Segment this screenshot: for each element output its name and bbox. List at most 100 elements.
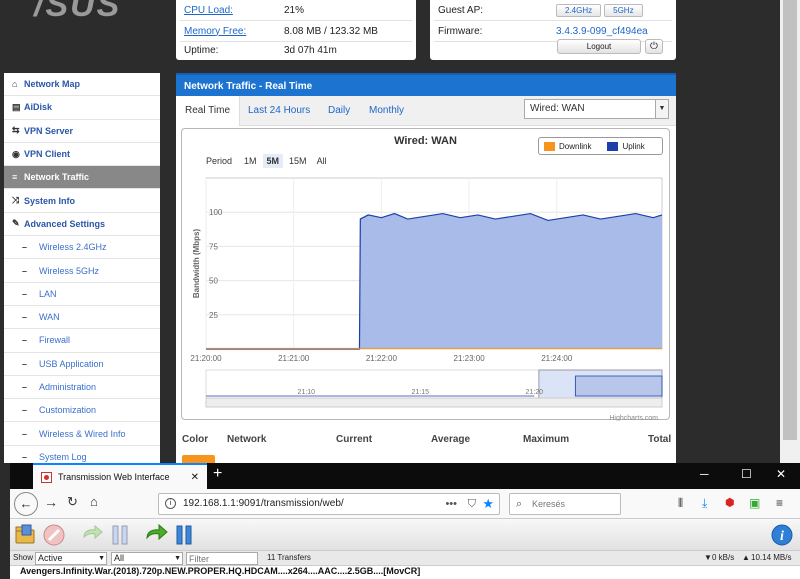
chevron-down-icon: ▼: [655, 100, 668, 118]
legend-downlink[interactable]: Downlink: [559, 142, 591, 151]
bookmark-star-icon[interactable]: ★: [482, 494, 494, 514]
x-tick-label: 21:22:00: [366, 354, 398, 363]
sidebar-item-vpn-client[interactable]: ◉ VPN Client: [4, 143, 160, 167]
sidebar-item-lan[interactable]: – LAN: [4, 283, 160, 306]
open-torrent-icon[interactable]: [14, 523, 38, 547]
forward-icon[interactable]: →: [44, 494, 58, 510]
sidebar-item-aidisk[interactable]: ▤ AiDisk: [4, 96, 160, 120]
library-icon[interactable]: ⫴: [678, 496, 683, 511]
navigator-series: [574, 375, 663, 397]
search-input[interactable]: ⌕ Keresés: [509, 493, 621, 515]
extension-icon[interactable]: ▣: [749, 496, 760, 510]
sidebar-item-firewall[interactable]: – Firewall: [4, 329, 160, 353]
site-info-icon[interactable]: i: [165, 498, 176, 509]
guest-24ghz-button[interactable]: 2.4GHz: [556, 3, 602, 17]
period-label: Period: [206, 156, 233, 166]
col-average: Average: [431, 433, 471, 445]
wrench-icon: ✎: [12, 218, 20, 229]
pocket-icon[interactable]: ⛉: [468, 494, 476, 514]
legend-uplink[interactable]: Uplink: [622, 142, 644, 151]
memory-row: Memory Free: 8.08 MB / 123.32 MB: [184, 21, 424, 41]
new-tab-button[interactable]: +: [213, 465, 222, 483]
col-color: Color: [182, 433, 209, 445]
navigator-tick-label: 21:10: [298, 389, 316, 396]
memory-free-label[interactable]: Memory Free:: [184, 26, 284, 37]
interface-select[interactable]: Wired: WAN ▼: [524, 99, 669, 119]
period-5m-button[interactable]: 5M: [262, 154, 284, 168]
down-arrow-icon: ▼: [704, 553, 712, 562]
chevron-down-icon: ▼: [98, 555, 105, 562]
navigator-tick-label: 21:20: [526, 389, 544, 396]
page-actions-icon[interactable]: •••: [445, 494, 457, 514]
home-icon[interactable]: ⌂: [90, 494, 98, 509]
menu-icon[interactable]: ≡: [776, 496, 783, 510]
asus-logo: /SUS: [34, 0, 122, 24]
start-all-icon[interactable]: [144, 523, 168, 547]
downlink-swatch: [544, 141, 555, 151]
remove-torrent-icon[interactable]: [42, 523, 66, 547]
period-1m-button[interactable]: 1M: [240, 154, 261, 168]
maximize-icon[interactable]: ☐: [741, 467, 752, 481]
dash-icon: –: [22, 428, 28, 439]
sidebar-item-label: LAN: [39, 288, 57, 299]
start-torrent-icon[interactable]: [80, 523, 104, 547]
sidebar-item-network-traffic[interactable]: ≡ Network Traffic: [4, 166, 160, 190]
page-scrollbar[interactable]: [780, 0, 800, 463]
tab-daily[interactable]: Daily: [328, 96, 350, 126]
sidebar-item-wan[interactable]: – WAN: [4, 306, 160, 330]
dash-icon: –: [22, 405, 28, 416]
sidebar-item-customization[interactable]: – Customization: [4, 399, 160, 423]
url-bar[interactable]: i 192.168.1.1:9091/transmission/web/ •••…: [158, 493, 500, 515]
sidebar-item-advanced-settings[interactable]: ✎ Advanced Settings: [4, 213, 160, 237]
sidebar-item-wireless-5ghz[interactable]: – Wireless 5GHz: [4, 259, 160, 283]
sidebar-item-network-map[interactable]: ⌂ Network Map: [4, 73, 160, 97]
dash-icon: –: [22, 312, 28, 323]
guest-5ghz-button[interactable]: 5GHz: [604, 3, 643, 17]
cpu-row: CPU Load: 21%: [184, 0, 424, 20]
uptime-row: Uptime: 3d 07h 41m: [184, 40, 424, 60]
sidebar-item-system-log[interactable]: – System Log: [4, 446, 160, 463]
scrollbar-thumb[interactable]: [783, 0, 797, 440]
up-arrow-icon: ▲: [742, 553, 750, 562]
sidebar-item-wireless-wired-info[interactable]: – Wireless & Wired Info: [4, 422, 160, 446]
torrent-row[interactable]: Avengers.Infinity.War.(2018).720p.NEW.PR…: [10, 566, 800, 579]
back-button[interactable]: ←: [14, 492, 38, 516]
period-15m-button[interactable]: 15M: [285, 154, 311, 168]
navigator-tick-label: 21:15: [412, 389, 430, 396]
tracker-filter-select[interactable]: All ▼: [111, 552, 183, 565]
sidebar-item-wireless-2-4ghz[interactable]: – Wireless 2.4GHz: [4, 236, 160, 260]
pause-all-icon[interactable]: [172, 523, 196, 547]
tab-last-24-hours[interactable]: Last 24 Hours: [248, 96, 310, 126]
logout-button[interactable]: Logout: [557, 39, 641, 54]
minimize-icon[interactable]: ─: [700, 467, 709, 481]
sidebar-nav: ⌂ Network Map ▤ AiDisk ⇆ VPN Server ◉ VPN Clien…: [4, 73, 160, 463]
browser-tab[interactable]: Transmission Web Interface ✕: [33, 463, 207, 489]
window-close-icon[interactable]: ✕: [776, 467, 786, 481]
home-icon: ⌂: [12, 79, 18, 90]
tab-monthly[interactable]: Monthly: [369, 96, 404, 126]
filter-input[interactable]: [186, 552, 258, 565]
reload-icon[interactable]: ↻: [67, 494, 78, 510]
sidebar-item-label: WAN: [39, 312, 60, 323]
pause-torrent-icon[interactable]: [108, 523, 132, 547]
svg-text:i: i: [780, 529, 784, 544]
y-axis-label: Bandwidth (Mbps): [192, 229, 201, 299]
close-tab-icon[interactable]: ✕: [191, 472, 199, 483]
search-icon: ⌕: [516, 498, 523, 510]
firmware-value[interactable]: 3.4.3.9-099_cf494ea: [556, 26, 648, 37]
sidebar-item-vpn-server[interactable]: ⇆ VPN Server: [4, 120, 160, 143]
period-all-button[interactable]: All: [313, 154, 331, 168]
tab-real-time[interactable]: Real Time: [176, 96, 241, 126]
downloads-icon[interactable]: ⤓: [702, 496, 707, 511]
sidebar-item-system-info[interactable]: ⤨ System Info: [4, 189, 160, 213]
power-button[interactable]: ⏻: [645, 39, 663, 54]
sidebar-item-usb-application[interactable]: – USB Application: [4, 353, 160, 376]
sidebar-item-administration[interactable]: – Administration: [4, 376, 160, 400]
torrent-name: Avengers.Infinity.War.(2018).720p.NEW.PR…: [20, 566, 421, 576]
state-filter-select[interactable]: Active ▼: [35, 552, 107, 565]
inspector-info-icon[interactable]: i: [770, 523, 794, 547]
content-title: Network Traffic - Real Time: [176, 73, 676, 96]
adblock-icon[interactable]: ⬢: [725, 496, 735, 509]
cpu-load-label[interactable]: CPU Load:: [184, 5, 284, 16]
uptime-value: 3d 07h 41m: [284, 44, 337, 56]
